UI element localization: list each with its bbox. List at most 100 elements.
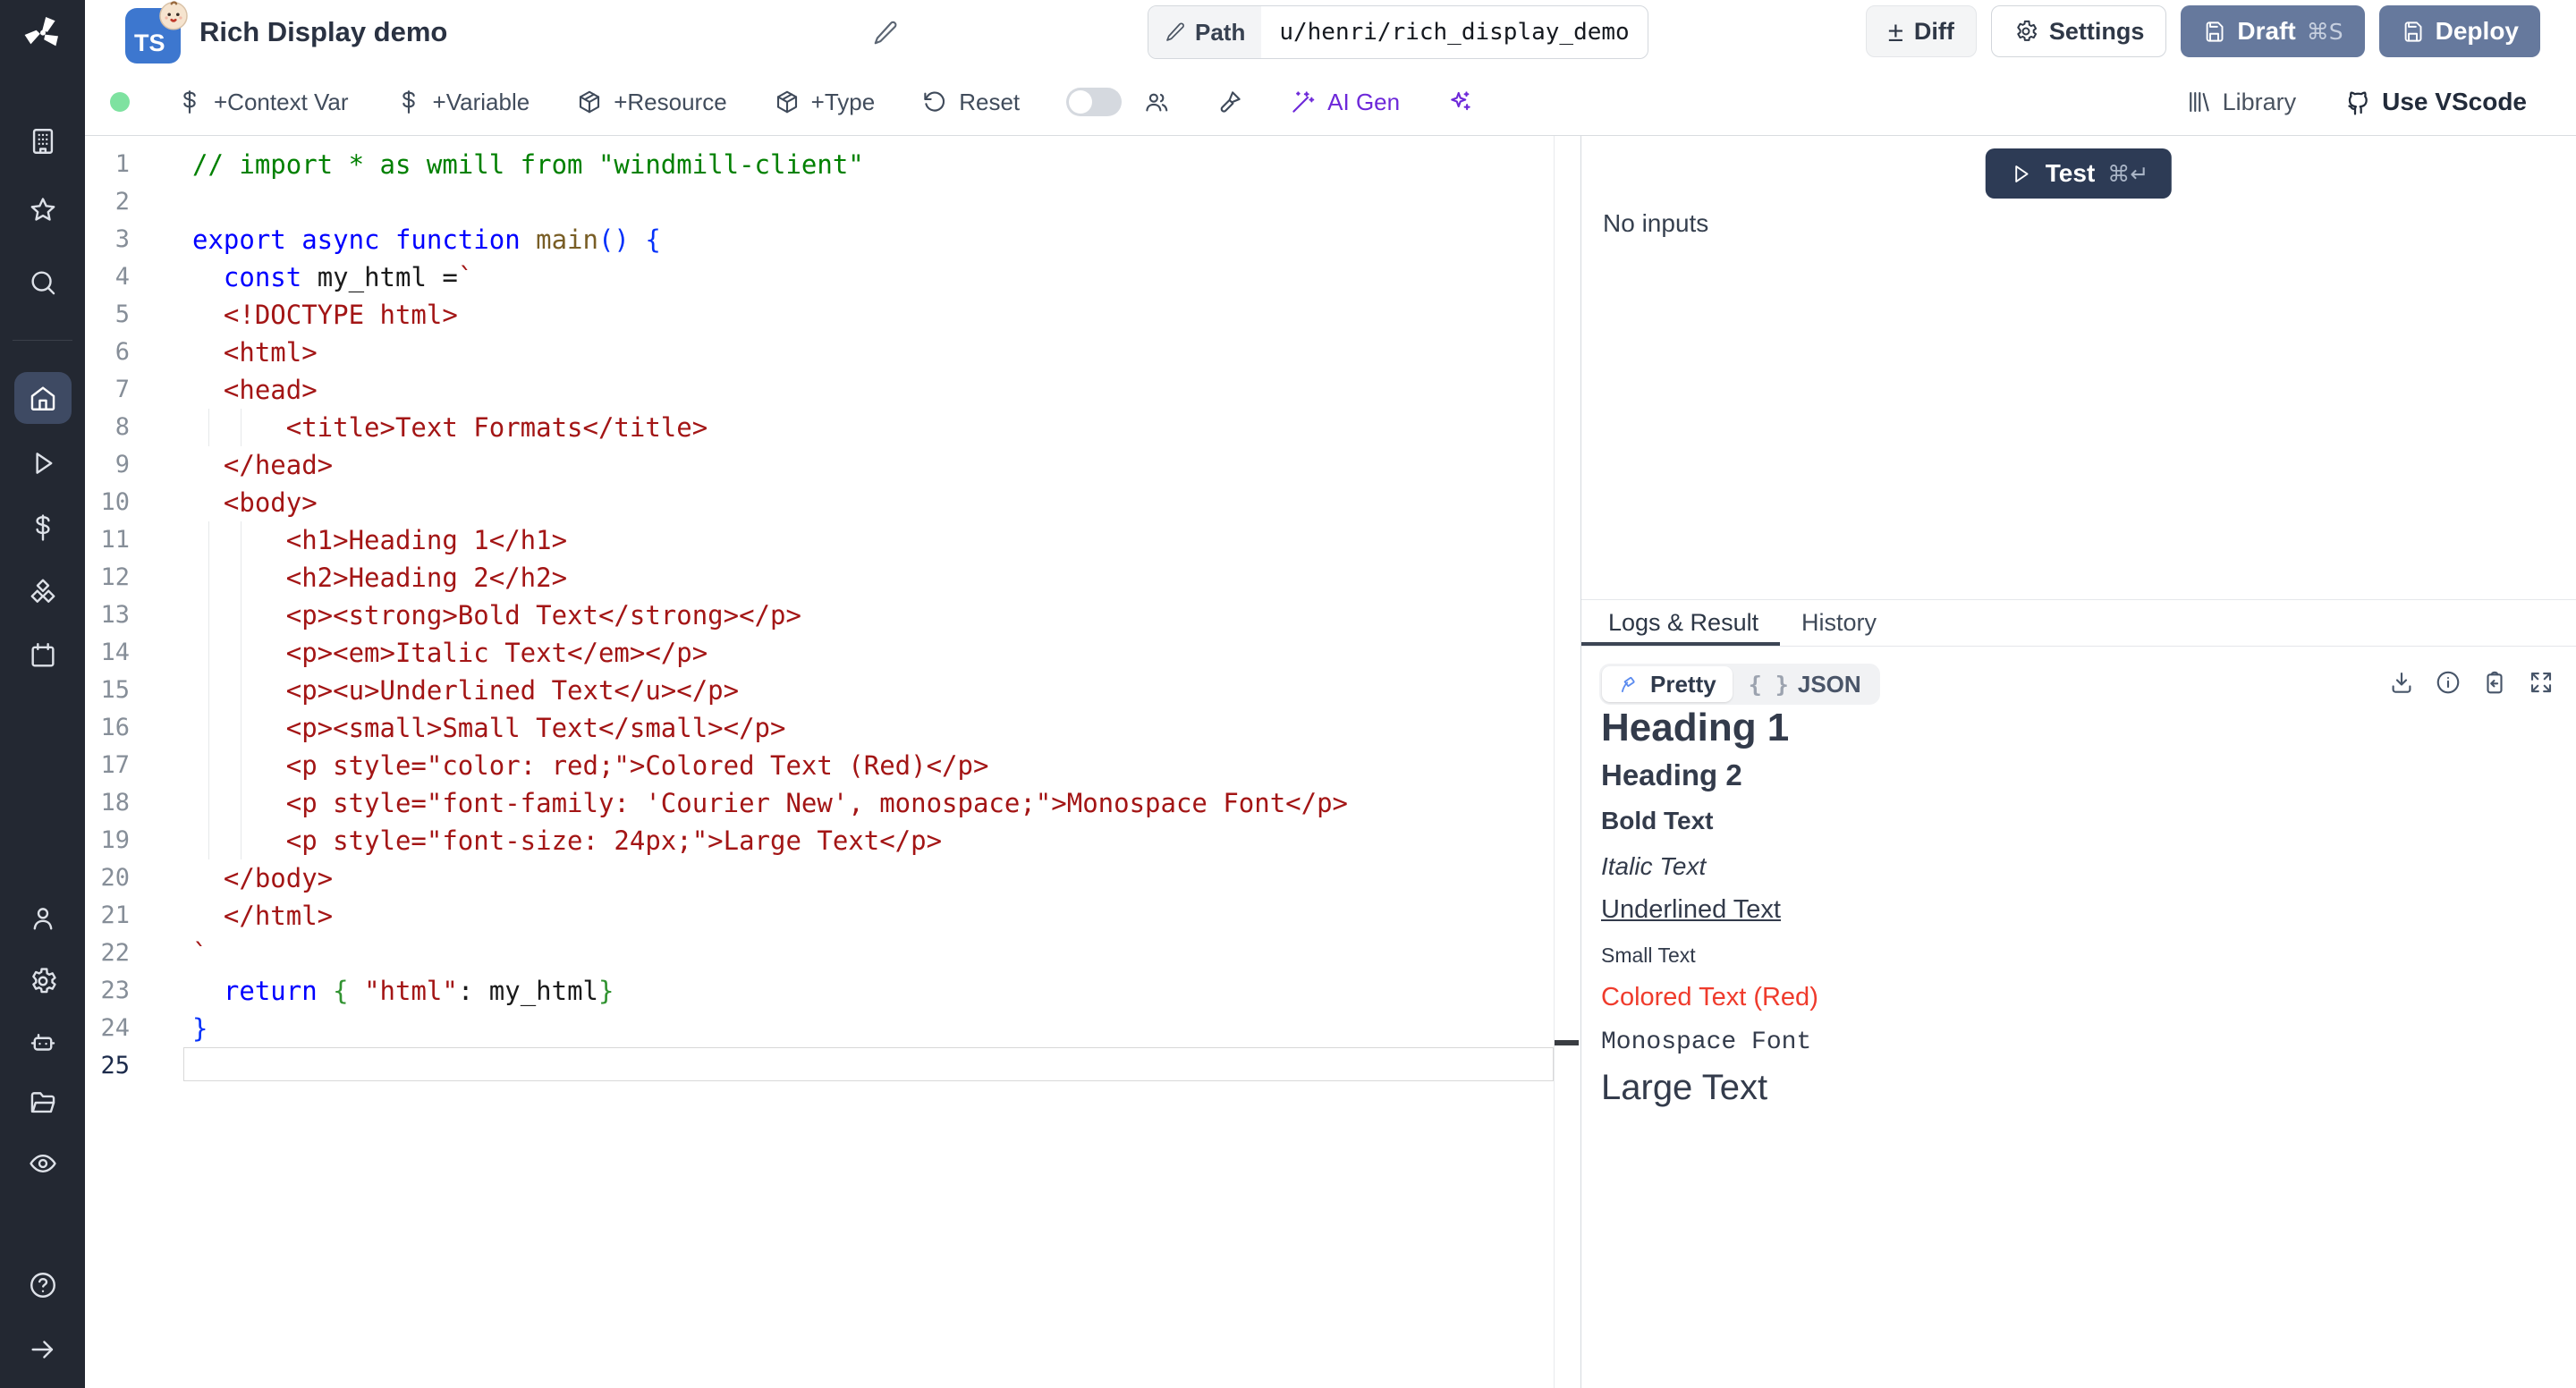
- github-icon: [2343, 88, 2371, 116]
- sidebar-item-schedules[interactable]: [18, 631, 68, 681]
- ai-sparkles-button[interactable]: [1446, 89, 1473, 115]
- code-line: </head>: [192, 446, 1348, 484]
- line-number: 14: [85, 634, 130, 672]
- sidebar-item-folders[interactable]: [18, 1078, 68, 1128]
- sidebar-item-help[interactable]: [18, 1260, 68, 1310]
- line-number: 1: [85, 146, 130, 183]
- sidebar-expand-button[interactable]: [18, 1325, 68, 1375]
- tab-logs-result[interactable]: Logs & Result: [1608, 600, 1758, 646]
- gear-icon: [2013, 19, 2038, 44]
- result-text-h2: Heading 2: [1601, 758, 2555, 792]
- add-type-button[interactable]: +Type: [774, 89, 876, 116]
- path-label: Path: [1148, 6, 1261, 58]
- cubes-icon: [28, 578, 58, 608]
- sparkles-icon: [1446, 89, 1473, 115]
- tab-history[interactable]: History: [1801, 600, 1877, 646]
- overview-cursor-marker: [1555, 1040, 1579, 1045]
- indent-guide: [241, 521, 242, 859]
- dollar-icon: [28, 512, 58, 543]
- code-line: [192, 183, 1348, 221]
- sidebar-item-search[interactable]: [18, 258, 68, 308]
- code-line: }: [192, 1010, 1348, 1047]
- play-icon: [28, 448, 58, 478]
- windmill-logo[interactable]: [21, 12, 64, 55]
- result-text-mono: Monospace Font: [1601, 1028, 2555, 1056]
- sidebar-item-runs[interactable]: [18, 438, 68, 488]
- sidebar-item-variables[interactable]: [18, 503, 68, 553]
- pretty-view-button[interactable]: Pretty: [1602, 666, 1733, 702]
- info-icon[interactable]: [2435, 669, 2462, 696]
- calendar-icon: [28, 640, 58, 671]
- line-number: 2: [85, 183, 130, 221]
- dollar-icon: [176, 89, 203, 115]
- result-text-bold: Bold Text: [1601, 807, 2555, 835]
- reset-button[interactable]: Reset: [921, 89, 1020, 116]
- code-content: // import * as wmill from "windmill-clie…: [192, 146, 1348, 1085]
- draft-shortcut: ⌘S: [2307, 19, 2343, 45]
- rendered-html-result: Heading 1Heading 2Bold TextItalic TextUn…: [1601, 707, 2555, 1108]
- indent-guide: [208, 521, 209, 859]
- download-icon[interactable]: [2388, 669, 2415, 696]
- ai-gen-button[interactable]: AI Gen: [1290, 89, 1400, 116]
- path-widget[interactable]: Path u/henri/rich_display_demo: [1148, 5, 1648, 59]
- clipboard-copy-icon[interactable]: [2481, 669, 2508, 696]
- multiplayer-toggle[interactable]: [1066, 88, 1122, 116]
- expand-icon[interactable]: [2528, 669, 2555, 696]
- sidebar-item-audit-logs[interactable]: [18, 1138, 68, 1189]
- test-button[interactable]: Test ⌘↵: [1986, 148, 2172, 199]
- eye-icon: [28, 1148, 58, 1179]
- user-icon: [28, 903, 58, 934]
- language-badge: TS: [125, 8, 181, 63]
- search-icon: [28, 267, 58, 298]
- arrow-right-icon: [28, 1334, 58, 1365]
- sidebar-item-workspace[interactable]: [18, 116, 68, 166]
- sidebar-item-users[interactable]: [18, 893, 68, 944]
- add-resource-button[interactable]: +Resource: [576, 89, 726, 116]
- edit-summary-icon[interactable]: [872, 20, 899, 47]
- line-number: 21: [85, 897, 130, 935]
- result-tabs: Logs & Result History: [1581, 600, 2576, 646]
- magic-wand-icon: [1290, 89, 1317, 115]
- result-text-italic: Italic Text: [1601, 852, 2555, 881]
- settings-button[interactable]: Settings: [1991, 5, 2167, 57]
- code-line: const my_html =`: [192, 258, 1348, 296]
- format-code-button[interactable]: [1216, 89, 1243, 115]
- json-view-button[interactable]: { } JSON: [1733, 666, 1877, 702]
- library-button[interactable]: Library: [2185, 89, 2297, 116]
- diff-button[interactable]: ± Diff: [1866, 5, 1977, 57]
- add-context-var-button[interactable]: +Context Var: [176, 89, 349, 116]
- result-actions: [2388, 669, 2555, 696]
- code-line: export async function main() {: [192, 221, 1348, 258]
- code-line: <p><em>Italic Text</em></p>: [192, 634, 1348, 672]
- deploy-button[interactable]: Deploy: [2379, 5, 2540, 57]
- robot-icon: [28, 1027, 58, 1057]
- sidebar-item-workers[interactable]: [18, 1017, 68, 1067]
- code-editor[interactable]: 1234567891011121314151617181920212223242…: [85, 136, 1580, 1388]
- save-icon: [2401, 20, 2425, 44]
- line-number: 23: [85, 972, 130, 1010]
- page-title: Rich Display demo: [199, 16, 447, 48]
- path-value[interactable]: u/henri/rich_display_demo: [1261, 6, 1647, 58]
- users-icon: [1143, 89, 1170, 115]
- line-number: 17: [85, 747, 130, 784]
- draft-button[interactable]: Draft ⌘S: [2181, 5, 2364, 57]
- collaborators-button[interactable]: [1143, 89, 1170, 115]
- sidebar-item-settings[interactable]: [18, 956, 68, 1006]
- line-number: 4: [85, 258, 130, 296]
- code-line: <p style="font-family: 'Courier New', mo…: [192, 784, 1348, 822]
- code-line: <p style="color: red;">Colored Text (Red…: [192, 747, 1348, 784]
- overview-ruler[interactable]: [1554, 136, 1555, 1388]
- sidebar-item-favorites[interactable]: [18, 185, 68, 235]
- code-line: <html>: [192, 334, 1348, 371]
- plus-minus-icon: ±: [1888, 18, 1903, 46]
- line-number: 5: [85, 296, 130, 334]
- library-icon: [2185, 89, 2212, 115]
- line-number: 10: [85, 484, 130, 521]
- sidebar-item-home[interactable]: [14, 372, 72, 424]
- add-variable-button[interactable]: +Variable: [395, 89, 530, 116]
- use-vscode-button[interactable]: Use VScode: [2343, 88, 2527, 116]
- code-line: <body>: [192, 484, 1348, 521]
- line-number: 22: [85, 935, 130, 972]
- sidebar-item-resources[interactable]: [18, 568, 68, 618]
- line-number: 15: [85, 672, 130, 709]
